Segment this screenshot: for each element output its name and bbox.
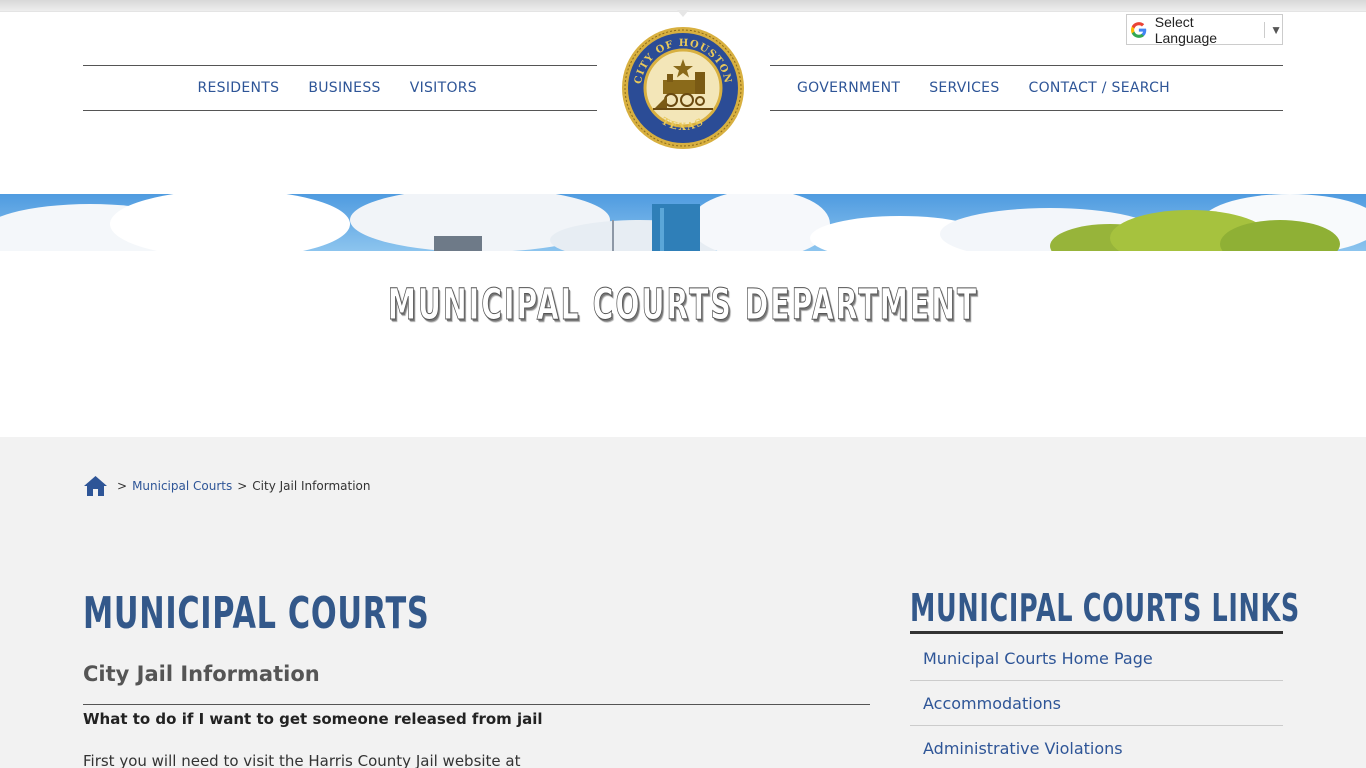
section-divider: [83, 704, 870, 705]
sidebar-link-home-page[interactable]: Municipal Courts Home Page: [910, 636, 1283, 681]
breadcrumb-current: City Jail Information: [252, 479, 371, 493]
city-seal-logo[interactable]: CITY OF HOUSTON TEXAS: [621, 26, 745, 150]
nav-services[interactable]: SERVICES: [929, 80, 999, 96]
nav-business[interactable]: BUSINESS: [308, 80, 380, 96]
sidebar-link-accommodations[interactable]: Accommodations: [910, 681, 1283, 726]
breadcrumb: > Municipal Courts > City Jail Informati…: [83, 475, 370, 497]
language-selector[interactable]: Select Language ▼: [1126, 13, 1283, 46]
breadcrumb-separator: >: [237, 479, 248, 493]
dropdown-arrow-icon: ▼: [1270, 22, 1282, 37]
department-title: MUNICIPAL COURTS DEPARTMENT: [387, 280, 979, 331]
sidebar-link-administrative-violations[interactable]: Administrative Violations: [910, 726, 1283, 768]
page-subtitle: City Jail Information: [83, 662, 320, 686]
breadcrumb-municipal-courts[interactable]: Municipal Courts: [132, 479, 232, 493]
primary-nav-left: RESIDENTS BUSINESS VISITORS: [83, 65, 597, 111]
section-question: What to do if I want to get someone rele…: [83, 710, 543, 728]
language-divider: [1264, 21, 1266, 38]
sidebar-links: Municipal Courts Home Page Accommodation…: [910, 636, 1283, 768]
nav-government[interactable]: GOVERNMENT: [797, 80, 900, 96]
google-g-icon: [1131, 21, 1147, 38]
sidebar-title: MUNICIPAL COURTS LINKS: [910, 586, 1300, 630]
nav-contact-search[interactable]: CONTACT / SEARCH: [1029, 80, 1170, 96]
breadcrumb-separator: >: [117, 479, 128, 493]
nav-residents[interactable]: RESIDENTS: [198, 80, 280, 96]
hero-section: [0, 251, 1366, 437]
language-label: Select Language: [1154, 13, 1218, 46]
primary-nav-right: GOVERNMENT SERVICES CONTACT / SEARCH: [770, 65, 1283, 111]
home-icon[interactable]: [83, 475, 108, 497]
header-notch: [677, 10, 689, 17]
nav-visitors[interactable]: VISITORS: [410, 80, 477, 96]
page-title: MUNICIPAL COURTS: [83, 588, 430, 639]
skyline-banner-image: [0, 194, 1366, 251]
sidebar-title-rule: [910, 631, 1283, 634]
body-paragraph: First you will need to visit the Harris …: [83, 752, 521, 768]
